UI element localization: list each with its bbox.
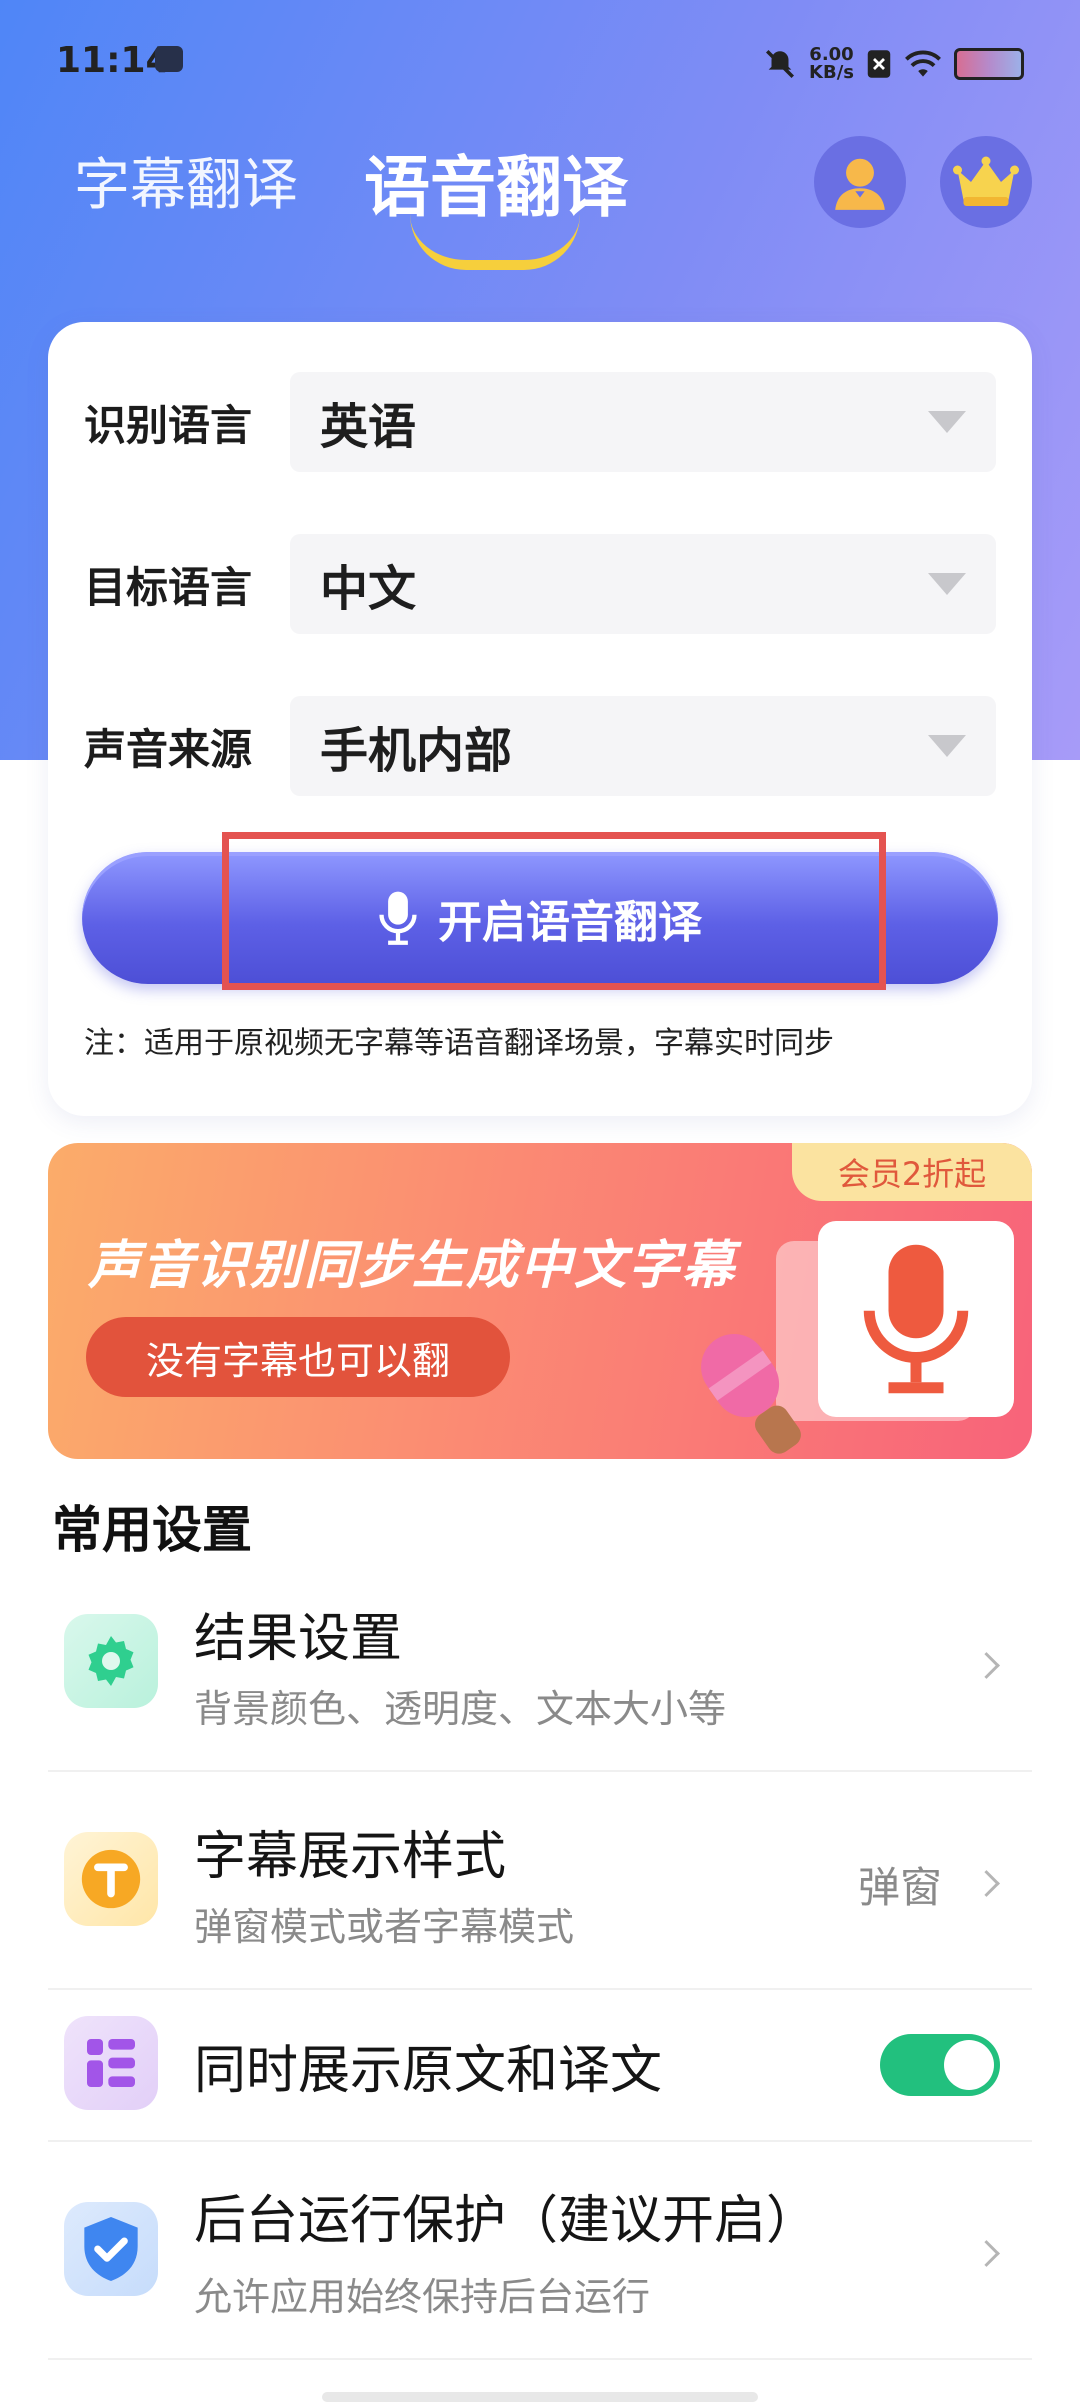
recognize-language-select[interactable]: 英语 <box>290 372 996 472</box>
settings-item-subtitle: 弹窗模式或者字幕模式 <box>194 1905 575 1949</box>
toggle-knob <box>944 2040 994 2090</box>
target-language-value: 中文 <box>320 561 417 617</box>
settings-item-title: 同时展示原文和译文 <box>194 2041 663 2101</box>
target-language-label: 目标语言 <box>84 562 253 612</box>
home-indicator[interactable] <box>322 2392 758 2402</box>
user-avatar-icon <box>835 158 885 210</box>
promo-pill: 没有字幕也可以翻 <box>86 1317 510 1397</box>
shield-check-icon <box>64 2202 158 2296</box>
microphone-3d-icon <box>701 1333 801 1454</box>
sound-source-row: 声音来源 手机内部 <box>84 694 996 798</box>
target-language-row: 目标语言 中文 <box>84 532 996 636</box>
gear-icon <box>64 1614 158 1708</box>
dropdown-arrow-icon <box>928 411 966 433</box>
settings-item-result[interactable]: 结果设置 背景颜色、透明度、文本大小等 <box>48 1560 1032 1772</box>
tab-subtitle-translate[interactable]: 字幕翻译 <box>74 140 298 221</box>
settings-item-title: 结果设置 <box>194 1609 403 1669</box>
user-profile-button[interactable] <box>814 136 906 228</box>
promo-badge: 会员2折起 <box>792 1143 1032 1201</box>
settings-item-subtitle-style[interactable]: 字幕展示样式 弹窗模式或者字幕模式 弹窗 <box>48 1772 1032 1990</box>
dropdown-arrow-icon <box>928 735 966 757</box>
recognize-language-value: 英语 <box>320 399 417 455</box>
settings-item-title: 后台运行保护（建议开启） <box>194 2191 819 2251</box>
subtitle-style-value: 弹窗 <box>857 1863 942 1912</box>
dropdown-arrow-icon <box>928 573 966 595</box>
microphone-icon <box>863 1244 969 1394</box>
layout-grid-icon <box>64 2016 158 2110</box>
voice-translate-card: 识别语言 英语 目标语言 中文 声音来源 手机内部 开启语音翻译 注：适用于原视… <box>48 322 1032 1116</box>
sound-source-label: 声音来源 <box>84 724 253 774</box>
text-t-icon <box>64 1832 158 1926</box>
target-language-select[interactable]: 中文 <box>290 534 996 634</box>
sound-source-select[interactable]: 手机内部 <box>290 696 996 796</box>
settings-item-subtitle: 背景颜色、透明度、文本大小等 <box>194 1687 727 1731</box>
battery-icon <box>954 48 1024 80</box>
vip-button[interactable] <box>940 136 1032 228</box>
show-both-toggle[interactable] <box>880 2034 1000 2096</box>
settings-item-subtitle: 允许应用始终保持后台运行 <box>194 2275 651 2319</box>
promo-title: 声音识别同步生成中文字幕 <box>88 1236 737 1296</box>
chevron-right-icon <box>973 2240 1000 2267</box>
chevron-right-icon <box>973 1652 1000 1679</box>
network-speed: 6.00 KB/s <box>809 44 854 83</box>
common-settings-title: 常用设置 <box>52 1501 252 1559</box>
settings-item-background-protection[interactable]: 后台运行保护（建议开启） 允许应用始终保持后台运行 <box>48 2142 1032 2360</box>
wifi-icon <box>905 50 941 77</box>
promo-banner[interactable]: 会员2折起 声音识别同步生成中文字幕 没有字幕也可以翻 <box>48 1143 1032 1459</box>
status-time: 11:14 <box>56 40 171 81</box>
recognize-language-label: 识别语言 <box>84 400 253 450</box>
notification-icon <box>155 46 183 72</box>
settings-item-title: 字幕展示样式 <box>194 1827 507 1887</box>
settings-item-show-both: 同时展示原文和译文 <box>48 1990 1032 2142</box>
highlight-box <box>222 832 886 990</box>
promo-mic-card <box>818 1221 1014 1417</box>
status-icons: 6.00 KB/s <box>763 42 1024 86</box>
sound-source-value: 手机内部 <box>320 723 513 779</box>
mute-bell-icon <box>766 49 795 79</box>
usage-note: 注：适用于原视频无字幕等语音翻译场景，字幕实时同步 <box>84 1026 834 1061</box>
chevron-right-icon <box>973 1870 1000 1897</box>
sim-off-icon <box>867 50 891 78</box>
vip-crown-icon <box>953 156 1019 206</box>
recognize-language-row: 识别语言 英语 <box>84 370 996 474</box>
status-bar: 11:14 6.00 KB/s <box>0 0 1080 120</box>
